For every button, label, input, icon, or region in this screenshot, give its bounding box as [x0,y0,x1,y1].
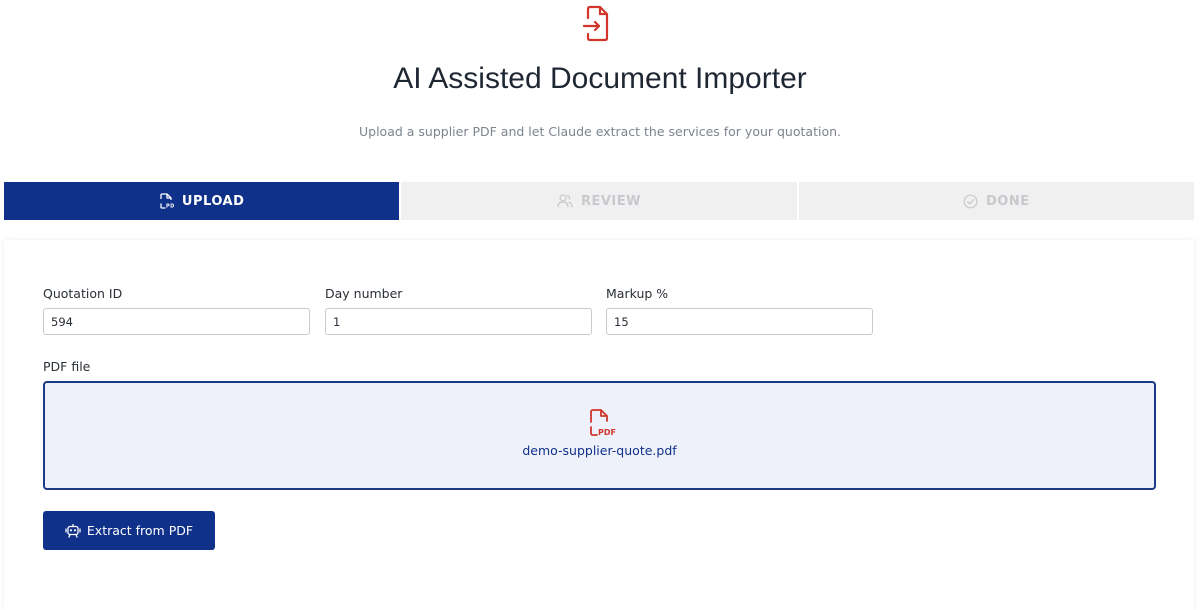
markup-input[interactable] [606,308,873,335]
step-label: UPLOAD [181,193,245,209]
markup-label: Markup % [606,286,669,301]
step-label: REVIEW [580,193,641,209]
svg-text:PDF: PDF [166,204,174,210]
pdf-file-icon: PDF [590,409,616,437]
quotation-id-label: Quotation ID [43,286,123,301]
day-number-input[interactable] [325,308,592,335]
users-icon [557,194,573,208]
check-circle-icon [963,194,978,208]
step-review[interactable]: REVIEW [401,182,797,220]
file-import-icon [582,5,609,42]
upload-form-card: Quotation ID Day number Markup % PDF fil… [4,240,1194,610]
pdf-dropzone[interactable]: PDF demo-supplier-quote.pdf [43,381,1156,490]
extract-button-label: Extract from PDF [86,523,194,538]
extract-from-pdf-button[interactable]: Extract from PDF [43,511,215,550]
step-upload[interactable]: PDF UPLOAD [4,182,400,220]
step-done[interactable]: DONE [798,182,1194,220]
page-subtitle: Upload a supplier PDF and let Claude ext… [359,124,841,139]
page-title: AI Assisted Document Importer [393,62,807,95]
robot-icon [65,523,81,538]
quotation-id-input[interactable] [43,308,310,335]
pdf-file-icon: PDF [160,193,174,210]
day-number-label: Day number [325,286,403,301]
pdf-file-label: PDF file [43,359,91,374]
stepper: PDF UPLOAD REVIEW DONE [4,182,1194,220]
pdf-icon-text: PDF [598,428,616,437]
selected-file-name: demo-supplier-quote.pdf [522,443,677,458]
step-label: DONE [986,193,1030,209]
